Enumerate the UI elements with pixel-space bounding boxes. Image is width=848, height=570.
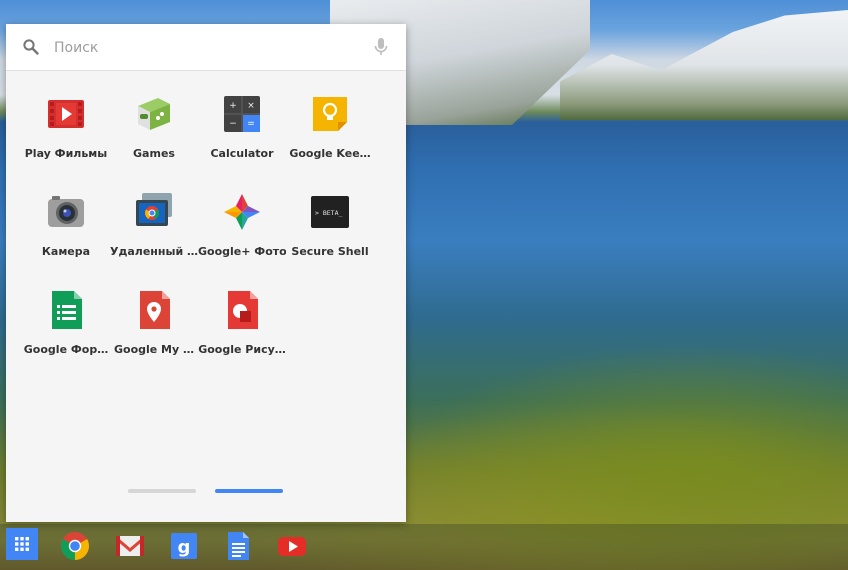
app-label: Google My … <box>113 343 195 356</box>
search-bar <box>6 24 406 71</box>
calc-key-equals: = <box>247 119 255 129</box>
app-tile-google-photos[interactable]: Google+ Фото <box>198 192 286 272</box>
app-tile-calculator[interactable]: + × − = Calculator <box>198 94 286 174</box>
app-label: Secure Shell <box>291 245 369 258</box>
app-tile-google-my-maps[interactable]: Google My … <box>110 290 198 370</box>
microphone-icon[interactable] <box>373 37 389 57</box>
chrome-icon[interactable] <box>59 530 91 562</box>
google-my-maps-icon <box>140 291 170 329</box>
google-keep-icon <box>313 97 347 131</box>
camera-icon <box>48 196 84 227</box>
wallpaper-mountain-right <box>560 10 848 120</box>
play-movies-icon <box>48 100 84 128</box>
secure-shell-prompt: > BETA_ <box>315 209 342 217</box>
app-label: Google Фор… <box>23 343 109 356</box>
page-indicator-1[interactable] <box>128 489 196 493</box>
app-label: Google Рису… <box>198 343 286 356</box>
shelf: g <box>0 524 848 570</box>
app-label: Play Фильмы <box>24 147 108 160</box>
google-docs-icon[interactable] <box>222 530 254 562</box>
app-label: Calculator <box>210 147 274 160</box>
app-label: Google Kee… <box>289 147 371 160</box>
google-drawings-icon <box>228 291 258 329</box>
app-launcher-button[interactable] <box>6 528 38 560</box>
games-icon <box>138 98 170 130</box>
app-tile-google-drawings[interactable]: Google Рису… <box>198 290 286 370</box>
app-launcher-icon <box>15 537 29 551</box>
youtube-icon[interactable] <box>276 530 308 562</box>
app-tile-google-forms[interactable]: Google Фор… <box>22 290 110 370</box>
calculator-icon: + × − = <box>224 96 260 132</box>
app-label: Games <box>133 147 175 160</box>
app-label: Камера <box>41 245 91 258</box>
app-tile-camera[interactable]: Камера <box>22 192 110 272</box>
search-input[interactable] <box>52 35 356 61</box>
app-tile-play-movies[interactable]: Play Фильмы <box>22 94 110 174</box>
search-icon <box>23 39 39 55</box>
app-label: Google+ Фото <box>198 245 286 258</box>
google-photos-icon <box>224 194 260 230</box>
app-launcher-panel: Play Фильмы Games + × − = C <box>6 24 406 522</box>
app-tile-remote-desktop[interactable]: Удаленный … <box>110 192 198 272</box>
page-indicator-2[interactable] <box>215 489 283 493</box>
gmail-icon[interactable] <box>114 530 146 562</box>
google-search-glyph: g <box>178 537 191 558</box>
calc-key-times: × <box>247 101 255 111</box>
google-search-icon[interactable]: g <box>168 530 200 562</box>
calc-key-plus: + <box>229 101 237 111</box>
app-tile-games[interactable]: Games <box>110 94 198 174</box>
remote-desktop-icon <box>136 193 172 226</box>
app-tile-secure-shell[interactable]: > BETA_ Secure Shell <box>286 192 374 272</box>
calc-key-minus: − <box>229 119 237 129</box>
app-tile-google-keep[interactable]: Google Kee… <box>286 94 374 174</box>
secure-shell-icon: > BETA_ <box>311 196 349 228</box>
google-forms-icon <box>52 291 82 329</box>
app-label: Удаленный … <box>110 245 198 258</box>
